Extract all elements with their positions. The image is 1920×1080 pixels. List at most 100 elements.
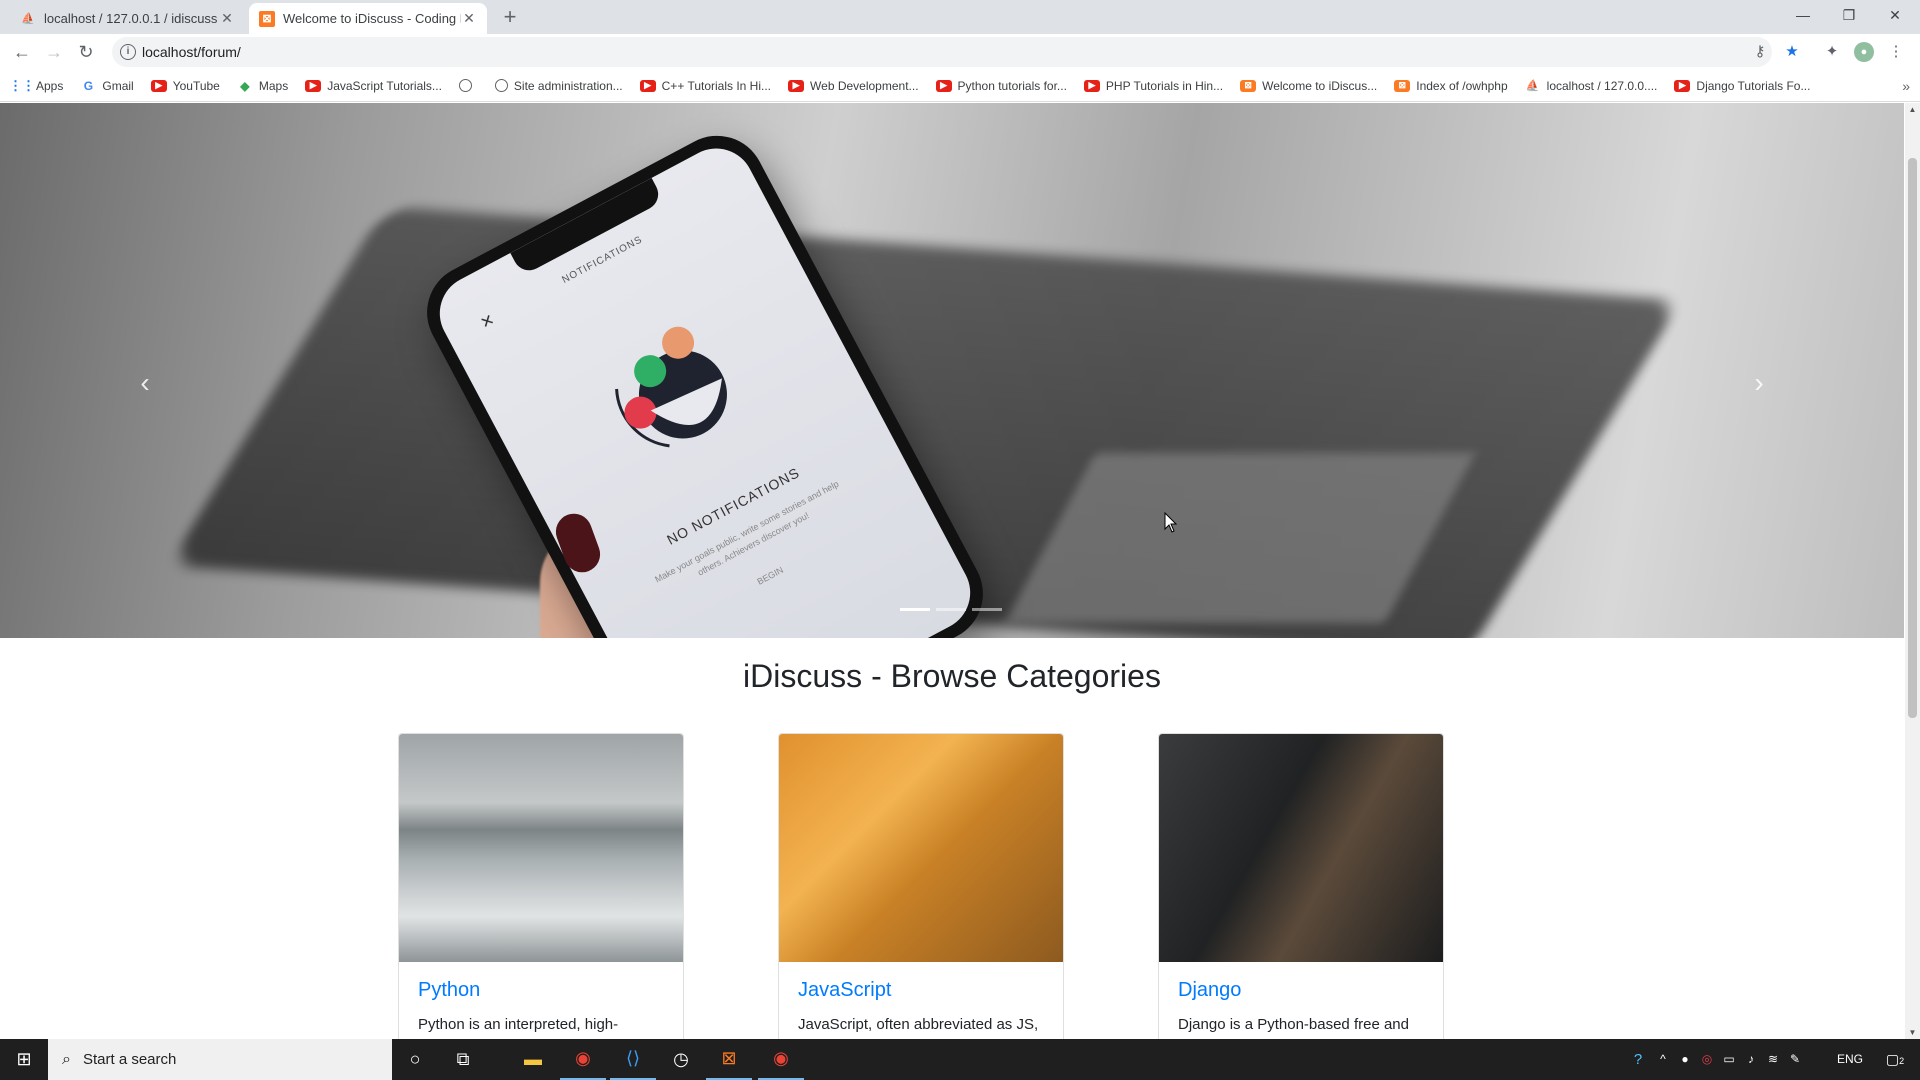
bookmark-item[interactable]: ▶ C++ Tutorials In Hi...	[639, 78, 772, 93]
back-arrow-icon[interactable]: ←	[10, 40, 34, 64]
bookmark-item[interactable]: ▶ Django Tutorials Fo...	[1674, 79, 1810, 93]
bookmark-label: Python tutorials for...	[957, 78, 1067, 93]
profile-avatar-icon[interactable]: ●	[1854, 42, 1874, 62]
xampp-icon[interactable]: ⊠	[706, 1039, 752, 1080]
scroll-up-icon[interactable]: ▲	[1905, 105, 1920, 114]
bookmark-item[interactable]: Site administration...	[494, 78, 623, 93]
bookmark-label: Index of /owhphp	[1416, 78, 1508, 93]
youtube-icon: ▶	[150, 79, 167, 92]
help-icon[interactable]: ?	[1626, 1039, 1650, 1080]
clock-app-icon[interactable]: ◷	[658, 1039, 704, 1080]
chrome-icon[interactable]: ◉	[560, 1039, 606, 1080]
forward-arrow-icon[interactable]: →	[42, 40, 66, 64]
bookmark-label: Apps	[36, 78, 64, 93]
bookmark-label: Site administration...	[513, 78, 623, 93]
page-scrollbar[interactable]: ▲ ▼	[1905, 103, 1920, 1039]
bookmark-label: localhost / 127.0.0....	[1546, 78, 1658, 93]
new-tab-button[interactable]: +	[497, 5, 523, 31]
bookmark-item[interactable]: ⊠ Welcome to iDiscus...	[1240, 79, 1377, 93]
url-text[interactable]: localhost/forum/	[142, 44, 241, 60]
bookmark-item[interactable]: ▶ PHP Tutorials in Hin...	[1083, 79, 1223, 93]
youtube-icon: ▶	[1674, 79, 1691, 92]
restore-button[interactable]: ❐	[1826, 0, 1872, 30]
bookmark-item[interactable]: ⊠ Index of /owhphp	[1394, 78, 1508, 93]
category-card-django[interactable]: Django Django is a Python-based free and	[1158, 733, 1444, 1039]
category-image[interactable]	[399, 734, 683, 962]
minimize-button[interactable]: —	[1780, 0, 1826, 30]
xampp-icon: ⊠	[1394, 79, 1411, 92]
file-explorer-icon[interactable]: ▬	[510, 1039, 556, 1080]
browser-toolbar: ← → ↻ i localhost/forum/ ⚷ ★ ✦ ● ⋮	[0, 34, 1920, 70]
notifications-icon[interactable]: ▢2	[1880, 1039, 1910, 1080]
close-icon[interactable]: ✕	[461, 10, 477, 27]
windows-start-icon[interactable]: ⊞	[0, 1039, 48, 1080]
bookmark-label: JavaScript Tutorials...	[327, 78, 442, 93]
globe-icon	[494, 79, 508, 92]
category-title-link[interactable]: Django	[1178, 979, 1241, 1002]
scroll-down-icon[interactable]: ▼	[1905, 1028, 1920, 1037]
bookmark-item[interactable]: ◆ Maps	[237, 79, 288, 93]
bookmark-label: C++ Tutorials In Hi...	[661, 78, 772, 93]
extensions-icon[interactable]: ✦	[1822, 42, 1842, 62]
tab-title: localhost / 127.0.0.1 / idiscuss / t	[44, 11, 219, 26]
youtube-icon: ▶	[935, 79, 952, 92]
xampp-icon: ⊠	[259, 10, 275, 27]
chrome-icon[interactable]: ◉	[758, 1039, 804, 1080]
mouse-cursor-icon	[1164, 512, 1178, 533]
scroll-thumb[interactable]	[1908, 158, 1917, 718]
carousel-prev-button[interactable]: ‹	[130, 368, 160, 398]
task-view-icon[interactable]: ⧉	[440, 1039, 486, 1080]
xampp-icon: ⊠	[1240, 79, 1257, 92]
carousel-next-button[interactable]: ›	[1744, 368, 1774, 398]
bookmarks-overflow-icon[interactable]: »	[1902, 78, 1910, 94]
category-title-link[interactable]: Python	[418, 979, 480, 1002]
microphone-icon[interactable]: ●	[1676, 1039, 1694, 1080]
reload-icon[interactable]: ↻	[74, 40, 98, 64]
category-image[interactable]	[779, 734, 1063, 962]
chevron-up-icon[interactable]: ^	[1654, 1039, 1672, 1080]
battery-icon[interactable]: ▭	[1720, 1039, 1738, 1080]
close-icon[interactable]: ✕	[219, 10, 235, 27]
youtube-icon: ▶	[788, 79, 805, 92]
menu-dots-icon[interactable]: ⋮	[1886, 42, 1906, 62]
taskbar: ⊞ ⌕ Start a search ○ ⧉ ▬ ◉ ⟨⟩ ◷ ⊠ ◉ ? ^ …	[0, 1039, 1920, 1080]
antivirus-icon[interactable]: ◎	[1698, 1039, 1716, 1080]
search-icon: ⌕	[62, 1050, 71, 1068]
wifi-icon[interactable]: ≋	[1764, 1039, 1782, 1080]
window-close-button[interactable]: ✕	[1872, 0, 1918, 30]
bookmark-item[interactable]: ▶ Web Development...	[788, 79, 919, 93]
key-icon[interactable]: ⚷	[1750, 42, 1770, 62]
bookmark-label: Django Tutorials Fo...	[1696, 78, 1811, 93]
bookmark-item[interactable]	[458, 79, 478, 92]
bookmark-item[interactable]: ▶ YouTube	[150, 79, 220, 93]
bookmark-label: Web Development...	[810, 78, 919, 93]
carousel-indicator[interactable]	[972, 608, 1002, 611]
category-card-javascript[interactable]: JavaScript JavaScript, often abbreviated…	[778, 733, 1064, 1039]
address-bar[interactable]: i localhost/forum/	[112, 37, 1772, 67]
cortana-icon[interactable]: ○	[392, 1039, 438, 1080]
tab-title: Welcome to iDiscuss - Coding Fo	[283, 11, 461, 26]
star-icon[interactable]: ★	[1782, 42, 1802, 62]
category-description: Django is a Python-based free and	[1178, 1016, 1409, 1033]
bookmark-item[interactable]: ⋮⋮ Apps	[9, 78, 64, 93]
volume-icon[interactable]: ♪	[1742, 1039, 1760, 1080]
category-image[interactable]	[1159, 734, 1443, 962]
category-title-link[interactable]: JavaScript	[798, 979, 891, 1002]
info-icon[interactable]: i	[120, 44, 136, 60]
taskbar-search-input[interactable]: ⌕ Start a search	[48, 1039, 392, 1080]
category-card-python[interactable]: Python Python is an interpreted, high-	[398, 733, 684, 1039]
carousel-indicator[interactable]	[936, 608, 966, 611]
tab-idiscuss[interactable]: ⊠ Welcome to iDiscuss - Coding Fo ✕	[249, 3, 487, 34]
carousel-indicator[interactable]	[900, 608, 930, 611]
pen-icon[interactable]: ✎	[1786, 1039, 1804, 1080]
tab-phpmyadmin[interactable]: ⛵ localhost / 127.0.0.1 / idiscuss / t ✕	[10, 3, 245, 34]
bookmark-item[interactable]: ▶ JavaScript Tutorials...	[305, 79, 442, 93]
hero-carousel[interactable]: ✕ NOTIFICATIONS NO NOTIFICATIONS Make yo…	[0, 103, 1904, 638]
vscode-icon[interactable]: ⟨⟩	[610, 1039, 656, 1080]
bookmark-item[interactable]: ▶ Python tutorials for...	[935, 78, 1067, 93]
language-indicator[interactable]: ENG	[1834, 1039, 1866, 1080]
bookmark-label: Gmail	[102, 78, 134, 93]
bookmark-item[interactable]: ⛵ localhost / 127.0.0....	[1525, 79, 1658, 93]
tab-strip: ⛵ localhost / 127.0.0.1 / idiscuss / t ✕…	[0, 0, 1920, 34]
bookmark-item[interactable]: G Gmail	[80, 78, 134, 93]
